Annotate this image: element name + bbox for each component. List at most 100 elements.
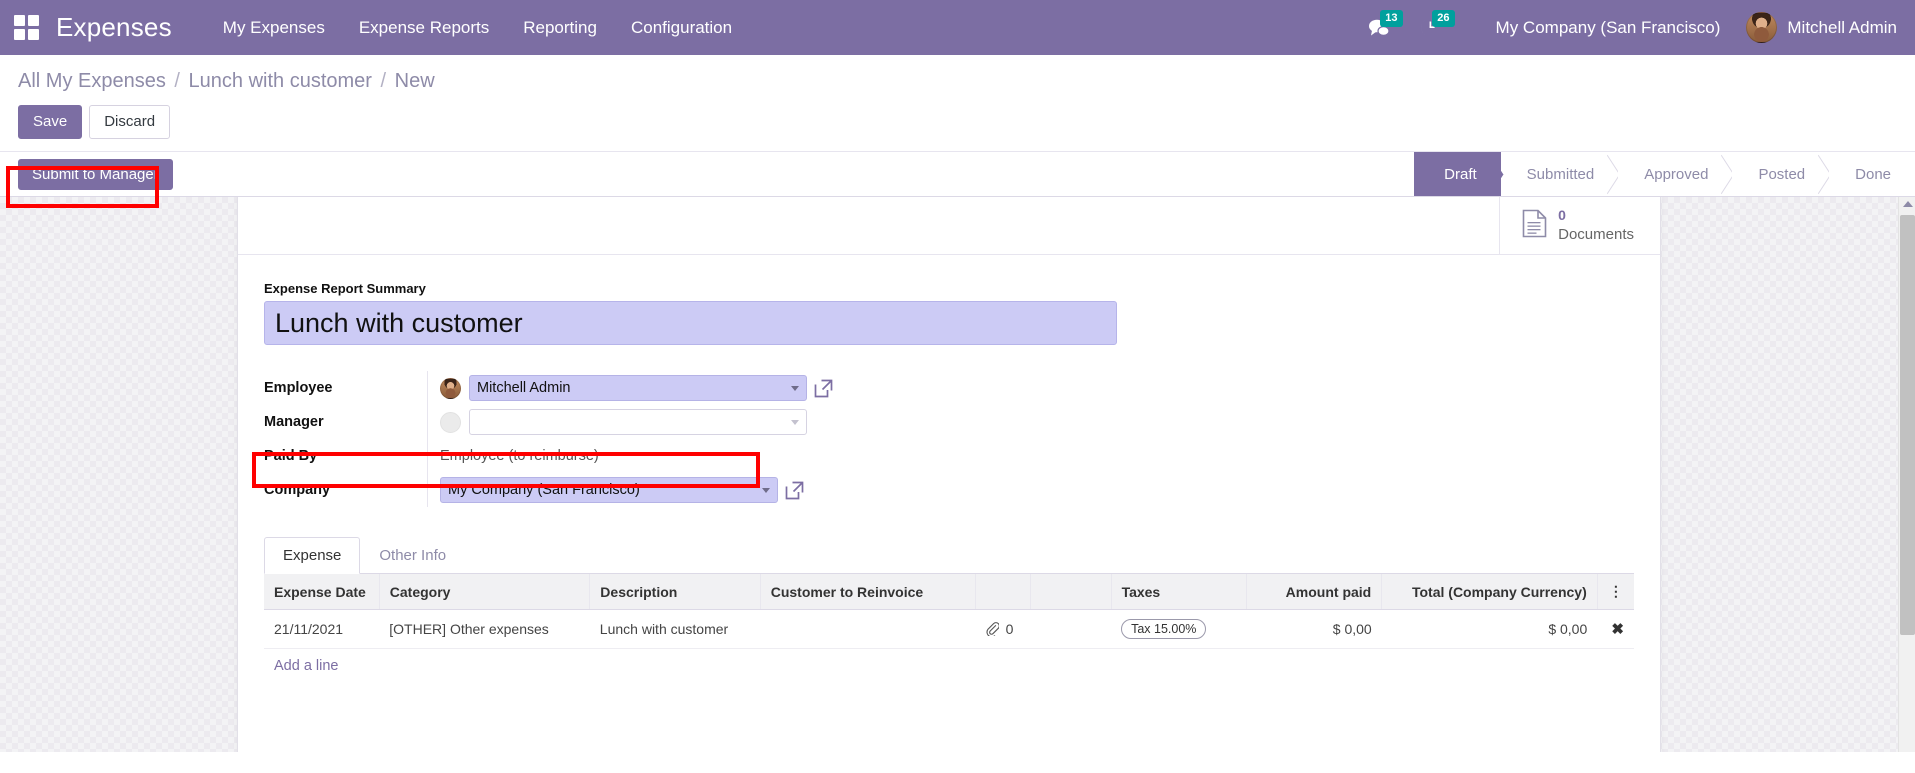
company-value-cell (427, 473, 924, 507)
employee-avatar-icon (440, 378, 461, 399)
cell-expense-date[interactable]: 21/11/2021 (264, 610, 379, 649)
documents-count: 0 (1558, 207, 1566, 223)
th-blank (1031, 574, 1111, 610)
company-switcher[interactable]: My Company (San Francisco) (1480, 18, 1737, 38)
cell-customer-to-reinvoice[interactable] (760, 610, 976, 649)
manager-select[interactable] (469, 409, 807, 435)
messages-count-badge: 13 (1380, 10, 1402, 27)
th-amount-paid[interactable]: Amount paid (1246, 574, 1381, 610)
employee-external-link-icon[interactable] (814, 379, 833, 398)
manager-avatar-icon (440, 412, 461, 433)
cell-category[interactable]: [OTHER] Other expenses (379, 610, 590, 649)
vertical-dots-icon[interactable]: ⋮ (1597, 574, 1634, 610)
expense-report-summary-input[interactable] (264, 301, 1117, 345)
company-external-link-icon[interactable] (785, 481, 804, 500)
employee-select[interactable] (469, 375, 807, 401)
submit-to-manager-button[interactable]: Submit to Manager (18, 159, 173, 190)
status-stage-approved[interactable]: Approved (1618, 152, 1732, 196)
th-attachments (976, 574, 1031, 610)
th-description[interactable]: Description (590, 574, 760, 610)
notebook-tabs: Expense Other Info (264, 537, 1634, 574)
company-label: Company (264, 482, 427, 498)
paid-by-label: Paid By (264, 448, 427, 464)
status-badge: Tax 15.00% (1121, 619, 1206, 639)
main-field-group: Employee (264, 371, 924, 507)
cell-total-company-currency[interactable]: $ 0,00 (1382, 610, 1598, 649)
menu-item-reporting[interactable]: Reporting (506, 0, 614, 55)
field-row-manager: Manager (264, 405, 924, 439)
documents-label: Documents (1558, 226, 1634, 243)
notebook: Expense Other Info Expense Date Category… (264, 537, 1634, 683)
breadcrumb-item-lunch-with-customer[interactable]: Lunch with customer (189, 70, 372, 92)
breadcrumb-item-all-my-expenses[interactable]: All My Expenses (18, 70, 166, 92)
user-menu[interactable]: Mitchell Admin (1736, 12, 1897, 43)
tab-other-info[interactable]: Other Info (360, 537, 465, 574)
workflow-buttons: Submit to Manager (18, 159, 173, 190)
expense-lines-table: Expense Date Category Description Custom… (264, 574, 1634, 683)
expense-lines-thead: Expense Date Category Description Custom… (264, 574, 1634, 610)
apps-grid-icon[interactable] (14, 15, 40, 41)
status-stage-posted[interactable]: Posted (1732, 152, 1829, 196)
menu-item-configuration[interactable]: Configuration (614, 0, 749, 55)
add-a-line-link[interactable]: Add a line (274, 658, 339, 674)
company-input[interactable] (440, 477, 778, 503)
menu-item-expense-reports[interactable]: Expense Reports (342, 0, 506, 55)
cell-attachments[interactable]: 0 (976, 610, 1031, 649)
breadcrumb-separator-1: / (171, 70, 183, 92)
table-row[interactable]: 21/11/2021 [OTHER] Other expenses Lunch … (264, 610, 1634, 649)
th-expense-date[interactable]: Expense Date (264, 574, 379, 610)
messages-button[interactable]: 13 (1364, 13, 1394, 43)
th-customer-to-reinvoice[interactable]: Customer to Reinvoice (760, 574, 976, 610)
app-brand-title[interactable]: Expenses (56, 12, 172, 43)
status-stage-submitted[interactable]: Submitted (1501, 152, 1619, 196)
employee-input[interactable] (469, 375, 807, 401)
breadcrumb-current-new: New (395, 70, 435, 92)
menu-item-my-expenses[interactable]: My Expenses (206, 0, 342, 55)
documents-stat-button[interactable]: 0 Documents (1499, 197, 1660, 254)
activities-button[interactable]: 26 (1416, 13, 1446, 43)
discard-button[interactable]: Discard (89, 105, 170, 139)
employee-value-cell (427, 371, 924, 405)
activities-count-badge: 26 (1432, 10, 1454, 27)
cell-description[interactable]: Lunch with customer (590, 610, 760, 649)
statusbar: Draft Submitted Approved Posted Done (1414, 152, 1915, 196)
avatar (1746, 12, 1777, 43)
cell-taxes[interactable]: Tax 15.00% (1111, 610, 1246, 649)
documents-stat-text: 0 Documents (1558, 207, 1634, 244)
save-button[interactable]: Save (18, 105, 82, 139)
th-taxes[interactable]: Taxes (1111, 574, 1246, 610)
cell-amount-paid[interactable]: $ 0,00 (1246, 610, 1381, 649)
table-header-row: Expense Date Category Description Custom… (264, 574, 1634, 610)
scrollbar-thumb[interactable] (1900, 215, 1915, 635)
company-select[interactable] (440, 477, 778, 503)
manager-value-cell (427, 405, 924, 439)
paid-by-value-cell: Employee (to reimburse) (427, 439, 924, 473)
manager-input[interactable] (469, 409, 807, 435)
manager-label: Manager (264, 414, 427, 430)
th-total-company-currency[interactable]: Total (Company Currency) (1382, 574, 1598, 610)
breadcrumb-separator-2: / (378, 70, 390, 92)
employee-label: Employee (264, 380, 427, 396)
form-view-background: 0 Documents Expense Report Summary Emplo… (0, 196, 1915, 752)
document-page-icon (1522, 209, 1547, 243)
cell-blank (1031, 610, 1111, 649)
field-row-company: Company (264, 473, 924, 507)
button-box-row: 0 Documents (238, 197, 1660, 255)
scroll-up-arrow-icon[interactable] (1903, 201, 1913, 207)
field-row-paid-by: Paid By Employee (to reimburse) (264, 439, 924, 473)
user-name-label: Mitchell Admin (1787, 18, 1897, 38)
remove-row-icon[interactable]: ✖ (1597, 610, 1634, 649)
status-stage-done[interactable]: Done (1829, 152, 1915, 196)
statusbar-row: Submit to Manager Draft Submitted Approv… (0, 152, 1915, 196)
tab-expense[interactable]: Expense (264, 537, 360, 574)
add-a-line-row: Add a line (264, 649, 1634, 684)
paid-by-value: Employee (to reimburse) (440, 448, 599, 464)
status-stage-draft[interactable]: Draft (1414, 152, 1501, 196)
statusbar-container: Draft Submitted Approved Posted Done (1414, 152, 1915, 196)
top-navbar: Expenses My Expenses Expense Reports Rep… (0, 0, 1915, 55)
th-category[interactable]: Category (379, 574, 590, 610)
breadcrumb: All My Expenses / Lunch with customer / … (0, 67, 1915, 99)
vertical-scrollbar[interactable] (1898, 197, 1915, 752)
expense-report-summary-label: Expense Report Summary (264, 281, 1634, 296)
add-a-line-cell: Add a line (264, 649, 1634, 684)
